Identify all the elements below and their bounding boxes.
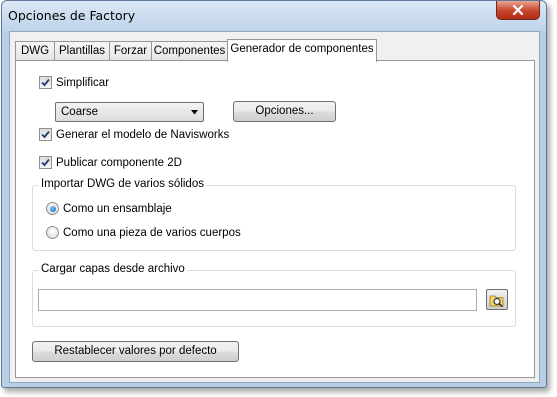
checkmark-icon bbox=[41, 158, 50, 167]
radio-ensamblaje[interactable] bbox=[46, 202, 59, 215]
generar-modelo-label: Generar el modelo de Navisworks bbox=[56, 128, 230, 141]
checkmark-icon bbox=[41, 78, 50, 87]
close-button[interactable] bbox=[496, 1, 540, 20]
opciones-button[interactable]: Opciones... bbox=[233, 101, 336, 122]
radio-pieza-row[interactable]: Como una pieza de varios cuerpos bbox=[46, 226, 241, 239]
load-layers-group-title: Cargar capas desde archivo bbox=[39, 263, 187, 275]
tab-panel: Simplificar Coarse Opciones... Generar e… bbox=[15, 60, 535, 378]
reset-defaults-button[interactable]: Restablecer valores por defecto bbox=[32, 341, 239, 362]
load-layers-group: Cargar capas desde archivo bbox=[32, 263, 516, 327]
simplificar-checkbox[interactable] bbox=[39, 76, 52, 89]
checkmark-icon bbox=[41, 130, 50, 139]
publicar-row[interactable]: Publicar componente 2D bbox=[39, 156, 182, 169]
simplificar-row[interactable]: Simplificar bbox=[39, 76, 109, 89]
publicar-label: Publicar componente 2D bbox=[56, 156, 182, 169]
detail-level-value: Coarse bbox=[61, 106, 99, 118]
generar-modelo-checkbox[interactable] bbox=[39, 128, 52, 141]
tab-dwg[interactable]: DWG bbox=[15, 41, 55, 61]
import-dwg-group: Importar DWG de varios sólidos Como un e… bbox=[32, 178, 516, 251]
radio-pieza-varios-cuerpos[interactable] bbox=[46, 226, 59, 239]
tab-forzar[interactable]: Forzar bbox=[109, 41, 152, 61]
layers-file-path-input[interactable] bbox=[38, 289, 477, 311]
tab-componentes[interactable]: Componentes bbox=[151, 41, 228, 61]
radio-pieza-label: Como una pieza de varios cuerpos bbox=[63, 226, 241, 239]
publicar-checkbox[interactable] bbox=[39, 156, 52, 169]
close-icon bbox=[512, 5, 524, 15]
simplificar-label: Simplificar bbox=[56, 76, 110, 89]
radio-ensamblaje-row[interactable]: Como un ensamblaje bbox=[46, 202, 172, 215]
chevron-down-icon bbox=[191, 110, 198, 115]
import-dwg-group-title: Importar DWG de varios sólidos bbox=[39, 178, 206, 190]
dialog-window: Opciones de Factory DWG Plantillas Forza… bbox=[1, 0, 547, 388]
generar-modelo-row[interactable]: Generar el modelo de Navisworks bbox=[39, 128, 229, 141]
browse-button[interactable] bbox=[486, 289, 508, 310]
detail-level-select[interactable]: Coarse bbox=[55, 102, 204, 122]
tab-plantillas[interactable]: Plantillas bbox=[54, 41, 110, 61]
window-title: Opciones de Factory bbox=[8, 8, 136, 23]
title-bar[interactable]: Opciones de Factory bbox=[2, 1, 546, 31]
folder-search-icon bbox=[489, 295, 504, 307]
tab-generador-de-componentes[interactable]: Generador de componentes bbox=[227, 39, 377, 62]
dialog-client-area: DWG Plantillas Forzar Componentes Genera… bbox=[9, 31, 540, 383]
radio-ensamblaje-label: Como un ensamblaje bbox=[63, 202, 172, 215]
